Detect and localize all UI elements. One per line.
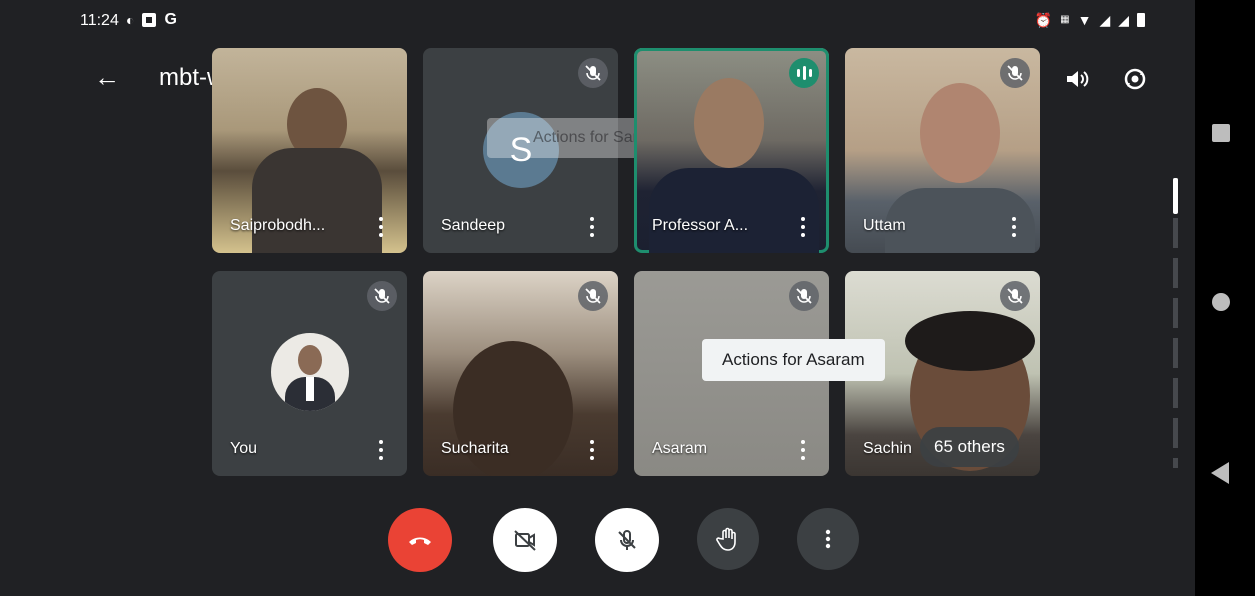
participant-name: You <box>230 440 257 457</box>
participant-name: Uttam <box>863 217 906 234</box>
mic-off-icon <box>1000 281 1030 311</box>
hand-icon <box>716 527 736 551</box>
speaker-icon[interactable] <box>1062 64 1092 94</box>
status-bar: 11:24 ◐ G ⏰ ▦ ▼ ◢ ◢ <box>0 0 1195 40</box>
participant-body <box>252 148 382 253</box>
battery-icon <box>1137 13 1145 27</box>
others-count-chip[interactable]: 65 others <box>920 427 1019 467</box>
participant-tile[interactable]: Professor A... <box>634 48 829 253</box>
more-vert-icon[interactable] <box>797 215 809 239</box>
participant-name: Sachin <box>863 440 912 457</box>
more-vert-icon[interactable] <box>375 215 387 239</box>
more-vert-icon[interactable] <box>586 438 598 462</box>
participant-name: Sandeep <box>441 217 506 234</box>
signal-icon: ◢ <box>1099 12 1111 28</box>
recents-icon[interactable] <box>1212 124 1230 142</box>
avatar <box>271 333 349 411</box>
mic-toggle-button[interactable] <box>595 508 659 572</box>
status-time: 11:24 <box>80 12 119 29</box>
signal-icon: ◢ <box>1118 12 1129 28</box>
phone-hangup-icon <box>409 537 431 545</box>
participant-tile[interactable]: Uttam <box>845 48 1040 253</box>
more-vert-icon[interactable] <box>586 215 598 239</box>
alarm-icon: ⏰ <box>1034 12 1053 28</box>
status-right-icons: ⏰ ▦ ▼ ◢ ◢ <box>1035 12 1145 28</box>
participant-tile[interactable]: Saiprobodh... <box>212 48 407 253</box>
more-vert-icon[interactable] <box>797 438 809 462</box>
videocam-off-icon <box>514 530 536 551</box>
scrollbar-track[interactable] <box>1173 178 1178 468</box>
speaking-indicator-icon <box>789 58 819 88</box>
photo-icon <box>142 13 157 27</box>
tooltip: Actions for Asaram <box>702 339 885 381</box>
wifi-icon: ▼ <box>1077 12 1092 28</box>
mic-off-icon <box>578 281 608 311</box>
mic-off-icon <box>1000 58 1030 88</box>
mic-off-icon <box>618 530 636 550</box>
participant-name: Sucharita <box>441 440 509 457</box>
mic-off-icon <box>789 281 819 311</box>
more-vert-icon <box>825 529 831 549</box>
volte-icon: ▦ <box>1060 14 1070 25</box>
participant-video <box>920 83 1000 183</box>
raise-hand-button[interactable] <box>697 508 759 570</box>
camera-toggle-button[interactable] <box>493 508 557 572</box>
more-options-button[interactable] <box>797 508 859 570</box>
google-g-icon: G <box>164 11 177 28</box>
more-vert-icon[interactable] <box>375 438 387 462</box>
scrollbar-thumb[interactable] <box>1173 178 1178 214</box>
participant-body <box>649 168 819 253</box>
mic-off-icon <box>578 58 608 88</box>
home-icon[interactable] <box>1212 293 1230 311</box>
participant-name: Saiprobodh... <box>230 217 326 234</box>
mic-off-icon <box>367 281 397 311</box>
circle-half-icon: ◐ <box>126 12 135 28</box>
participant-name: Asaram <box>652 440 708 457</box>
participant-tile[interactable]: You <box>212 271 407 476</box>
switch-camera-icon[interactable] <box>1120 64 1150 94</box>
participant-video <box>694 78 764 168</box>
back-arrow-icon[interactable]: ← <box>92 62 122 92</box>
end-call-button[interactable] <box>388 508 452 572</box>
participant-hair <box>905 311 1035 371</box>
meet-call-screen: 11:24 ◐ G ⏰ ▦ ▼ ◢ ◢ ← mbt-wtbc-bpe ▶ Sai… <box>0 0 1195 596</box>
participant-tile[interactable]: Sucharita <box>423 271 618 476</box>
more-vert-icon[interactable] <box>1008 215 1020 239</box>
participant-name: Professor A... <box>652 217 749 234</box>
back-triangle-icon[interactable] <box>1211 462 1229 484</box>
status-left-icons: ◐ G <box>126 11 177 29</box>
